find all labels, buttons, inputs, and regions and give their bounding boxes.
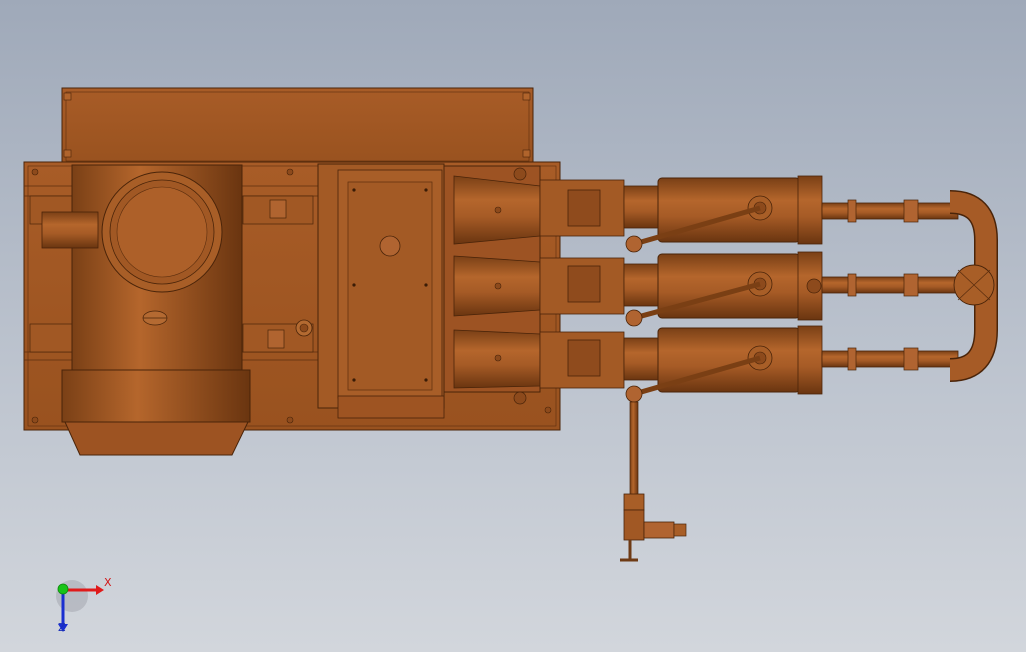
drain-valve[interactable]	[620, 401, 687, 562]
pump-cylinder-upper[interactable]	[657, 175, 823, 245]
manifold-pipe[interactable]	[821, 190, 998, 382]
crosshead-lower[interactable]	[453, 329, 659, 389]
axis-z-label: Z	[58, 621, 66, 634]
model-view[interactable]	[0, 0, 1026, 652]
crosshead-upper[interactable]	[453, 175, 659, 245]
pump-cylinder-lower[interactable]	[657, 325, 823, 395]
motor-housing[interactable]	[41, 164, 251, 456]
axis-x-label: X	[104, 576, 112, 589]
crosshead-middle[interactable]	[453, 255, 659, 317]
graphics-viewport[interactable]: X Z	[0, 0, 1026, 652]
back-plate[interactable]	[61, 87, 534, 166]
pump-cylinder-middle[interactable]	[657, 251, 823, 321]
axis-y-dot	[57, 583, 69, 595]
